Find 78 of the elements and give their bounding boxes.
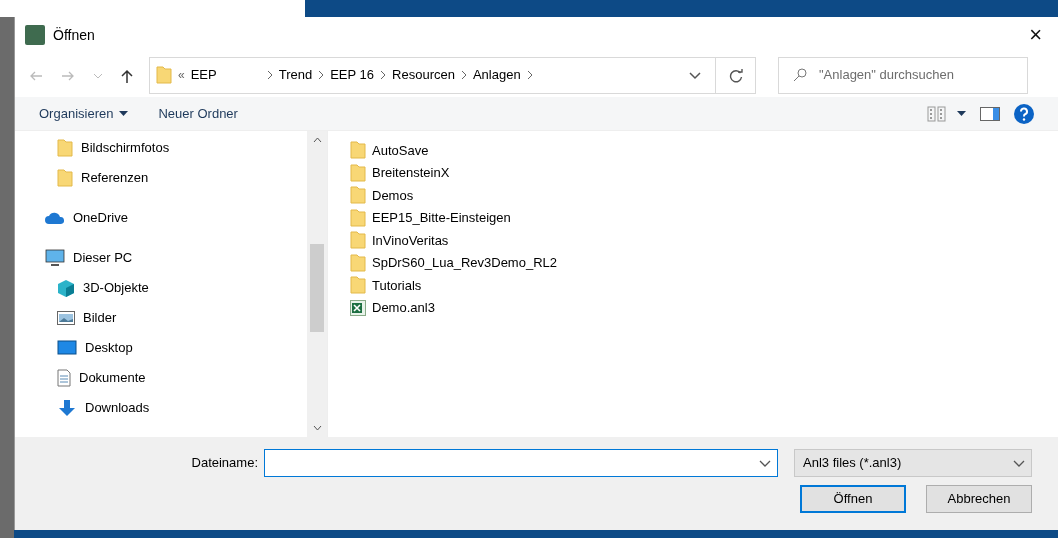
refresh-icon: [728, 68, 743, 83]
view-options-button[interactable]: [927, 103, 966, 124]
chevron-icon: [380, 70, 387, 80]
nav-item[interactable]: OneDrive: [15, 203, 307, 233]
search-icon: [793, 68, 807, 82]
nav-item[interactable]: Bildschirmfotos: [15, 133, 307, 163]
file-item[interactable]: Demo.anl3: [350, 296, 435, 319]
folder-icon: [350, 186, 366, 205]
caret-icon: [759, 459, 771, 468]
breadcrumb-link[interactable]: Anlagen: [472, 65, 521, 85]
folder-icon: [350, 141, 366, 160]
toolbar-button[interactable]: Neuer Ordner: [158, 101, 238, 126]
breadcrumb-link[interactable]: EEP 16: [330, 65, 375, 85]
caret-icon: [689, 71, 701, 80]
breadcrumb-link[interactable]: EEP: [190, 65, 217, 85]
spreadsheet-icon: [350, 299, 366, 316]
caret-icon: [957, 111, 966, 116]
window-title: Öffnen: [53, 25, 95, 45]
forward-arrow-icon: [61, 69, 75, 82]
chevron-icon: [460, 70, 467, 80]
nav-item[interactable]: Referenzen: [15, 163, 307, 193]
file-item[interactable]: AutoSave: [350, 139, 429, 162]
chevron-icon: [526, 70, 533, 80]
folder-icon: [350, 163, 366, 182]
preview-pane-icon: [980, 107, 1000, 122]
file-item[interactable]: EEP15_Bitte-Einsteigen: [350, 206, 511, 229]
address-bar[interactable]: « EEP Trend EEP 16 Resourcen Anlagen: [149, 56, 756, 94]
nav-item[interactable]: Dokumente: [15, 363, 307, 393]
nav-item[interactable]: Desktop: [15, 333, 307, 363]
help-icon: [1014, 103, 1034, 124]
folder-icon: [350, 231, 366, 250]
filename-field[interactable]: [264, 449, 778, 477]
close-button[interactable]: ×: [1023, 24, 1048, 46]
toolbar-button[interactable]: Organisieren: [39, 101, 129, 126]
folder-icon: [57, 169, 73, 187]
caret-icon: [1013, 459, 1025, 468]
picture-icon: [57, 311, 75, 325]
scrollbar-thumb[interactable]: [310, 244, 324, 332]
chevron-icon: [318, 70, 325, 80]
desktop-icon: [57, 340, 77, 356]
folder-icon: [156, 66, 172, 84]
file-item[interactable]: SpDrS60_Lua_Rev3Demo_RL2: [350, 251, 557, 274]
file-item[interactable]: Tutorials: [350, 274, 422, 297]
nav-item[interactable]: Bilder: [15, 303, 307, 333]
folder-icon: [350, 208, 366, 227]
folder-icon: [350, 276, 366, 295]
nav-item[interactable]: 3D-Objekte: [15, 273, 307, 303]
help-button[interactable]: [1014, 101, 1034, 126]
nav-item[interactable]: Downloads: [15, 393, 307, 423]
back-arrow-icon: [29, 69, 43, 82]
caret-icon: [119, 111, 129, 116]
file-item[interactable]: InVinoVeritas: [350, 229, 449, 252]
folder-icon: [350, 253, 366, 272]
open-button[interactable]: Öffnen: [800, 485, 906, 513]
scroll-down-icon: [312, 425, 322, 431]
cube-icon: [57, 279, 75, 297]
folder-icon: [57, 139, 73, 157]
chevron-icon: [266, 70, 273, 80]
cancel-button[interactable]: Abbrechen: [926, 485, 1032, 513]
nav-item[interactable]: Dieser PC: [15, 243, 307, 273]
breadcrumb-link[interactable]: Resourcen: [392, 65, 455, 85]
up-arrow-icon: [121, 68, 133, 83]
download-arrow-icon: [57, 399, 77, 417]
view-grid-icon: [927, 105, 947, 122]
app-icon: [25, 25, 45, 45]
file-item[interactable]: Demos: [350, 184, 414, 207]
document-icon: [57, 369, 71, 387]
monitor-icon: [45, 249, 65, 267]
caret-icon: [93, 72, 103, 79]
file-type-dropdown[interactable]: Anl3 files (*.anl3): [794, 449, 1032, 477]
overflow-chevron[interactable]: «: [178, 66, 185, 84]
scrollbar[interactable]: [307, 131, 327, 437]
cloud-icon: [45, 212, 65, 224]
breadcrumb-link[interactable]: Trend: [278, 65, 313, 85]
search-field[interactable]: "Anlagen" durchsuchen: [778, 56, 1028, 94]
filename-label: Dateiname:: [191, 454, 258, 473]
file-item[interactable]: BreitensteinX: [350, 161, 450, 184]
scroll-up-icon: [312, 137, 322, 143]
